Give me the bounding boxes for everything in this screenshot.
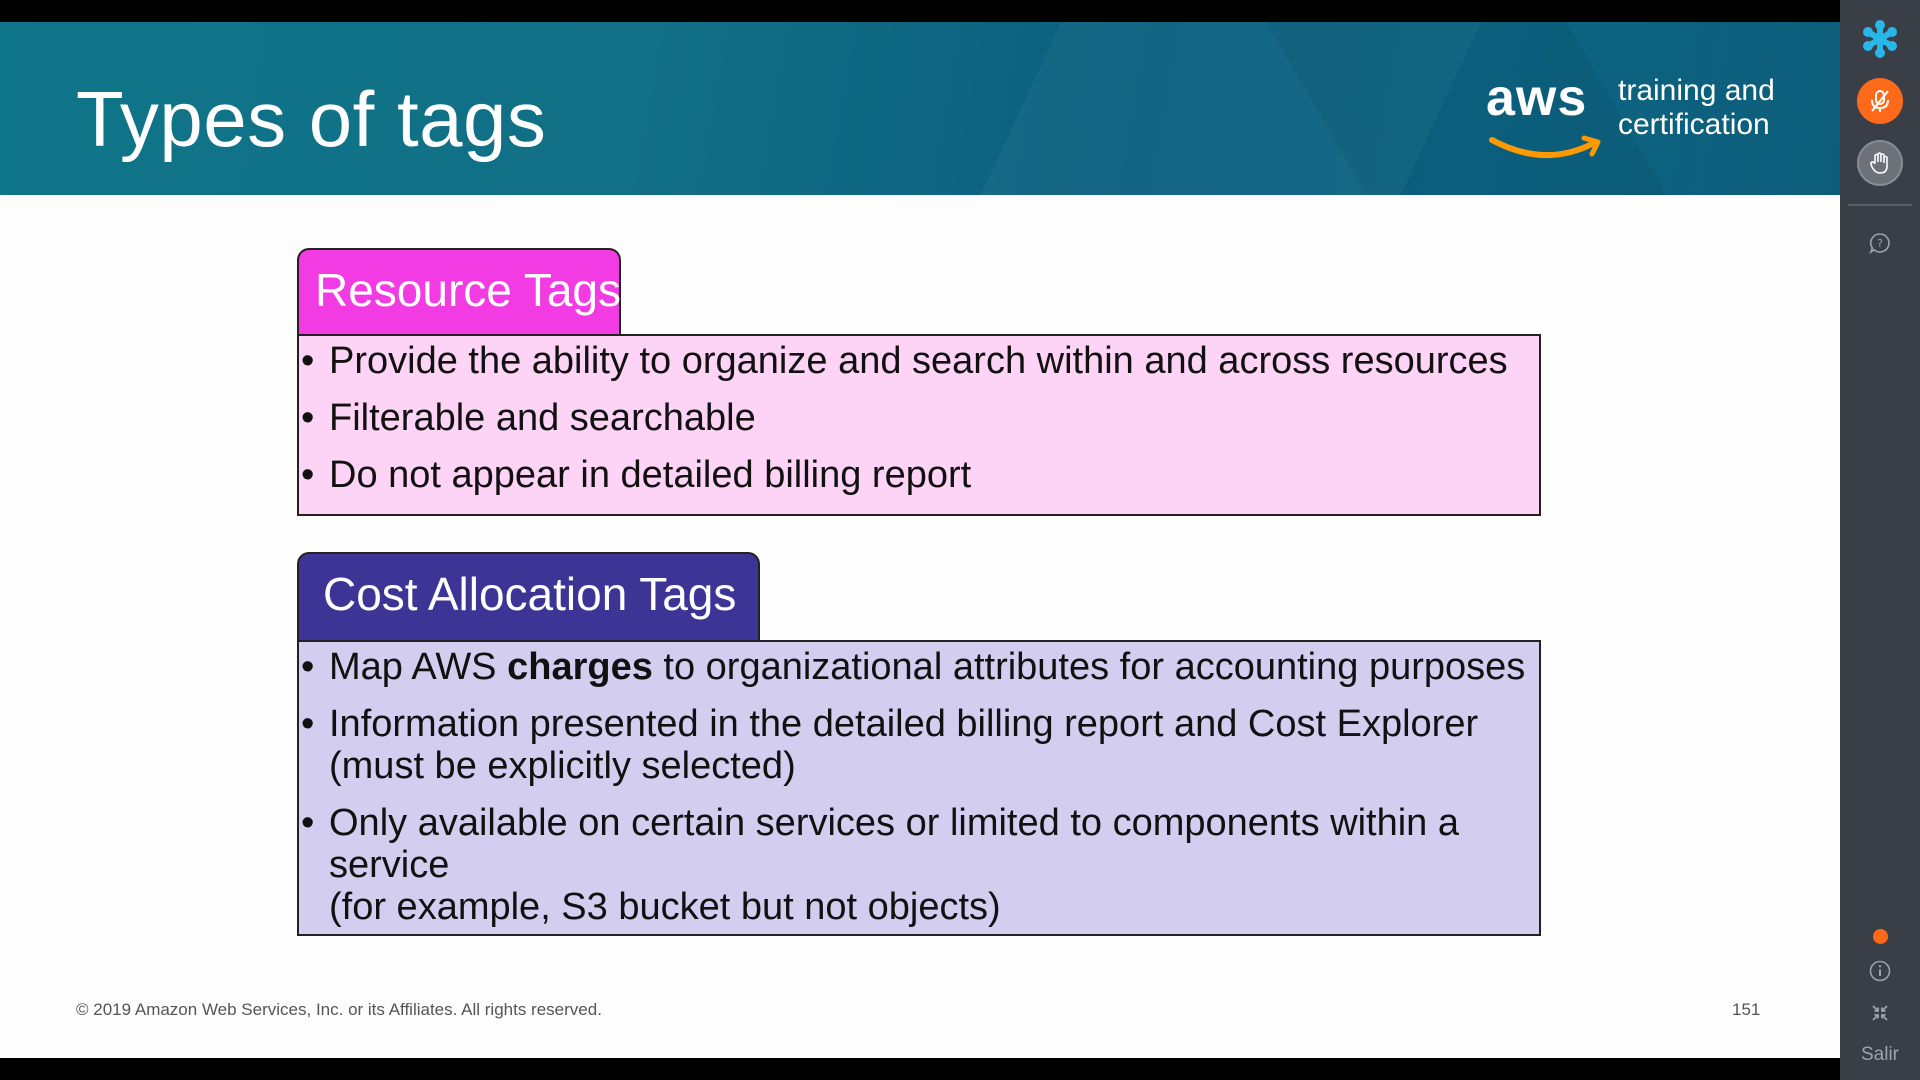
microphone-icon[interactable] [1857, 78, 1903, 124]
tagline-line1: training and [1618, 74, 1775, 107]
cost-bullet-2: Information presented in the detailed bi… [299, 703, 1539, 787]
resource-bullet-1: Provide the ability to organize and sear… [299, 340, 1539, 382]
cost-allocation-tags-heading: Cost Allocation Tags [297, 552, 760, 640]
cost-bullet-3-line3: (for example, S3 bucket but not objects) [329, 886, 1001, 928]
cost-bullet-1-bold: charges [507, 646, 653, 688]
resource-tags-box: Provide the ability to organize and sear… [297, 334, 1541, 516]
collapse-icon[interactable] [1857, 990, 1903, 1036]
resource-bullet-2: Filterable and searchable [299, 397, 1539, 439]
exit-button[interactable]: Salir [1840, 1044, 1920, 1066]
asterisk-logo-icon[interactable] [1857, 16, 1903, 62]
help-icon[interactable]: ? [1857, 220, 1903, 266]
slide: Types of tags aws training and certifica… [0, 22, 1840, 1058]
cost-bullet-1-end: to organizational attributes for account… [652, 646, 1526, 688]
aws-tagline: training and certification [1618, 74, 1775, 142]
aws-logo: aws [1486, 72, 1606, 172]
cost-bullet-1: Map AWS charges to organizational attrib… [299, 646, 1539, 688]
meeting-sidebar: ? Salir [1840, 0, 1920, 1080]
presentation-stage: Types of tags aws training and certifica… [0, 0, 1840, 1080]
tagline-line2: certification [1618, 108, 1770, 141]
footer-copyright: © 2019 Amazon Web Services, Inc. or its … [76, 1000, 602, 1019]
aws-smile-icon [1489, 135, 1601, 159]
resource-tags-heading: Resource Tags [297, 248, 621, 336]
cost-allocation-tags-section: Cost Allocation Tags Map AWS charges to … [297, 552, 1541, 938]
cost-allocation-tags-box: Map AWS charges to organizational attrib… [297, 640, 1541, 936]
cost-bullet-2-line1: Information presented in the detailed bi… [329, 703, 1479, 745]
cost-bullet-3: Only available on certain services or li… [299, 802, 1539, 928]
resource-tags-section: Resource Tags Provide the ability to org… [297, 248, 1541, 518]
bottom-letterbox [0, 1058, 1840, 1080]
status-dot-icon [1873, 929, 1888, 944]
sidebar-divider [1848, 204, 1912, 206]
slide-header: Types of tags aws training and certifica… [0, 22, 1840, 195]
cost-bullet-3-line1: Only available on certain services or li… [329, 802, 1459, 844]
raise-hand-icon[interactable] [1857, 140, 1903, 186]
cost-bullet-3-line2: service [329, 844, 450, 886]
svg-text:?: ? [1877, 237, 1883, 250]
info-icon[interactable] [1857, 948, 1903, 994]
slide-title: Types of tags [76, 75, 547, 163]
page-number: 151 [1732, 1000, 1761, 1019]
aws-logo-text: aws [1486, 69, 1588, 127]
cost-bullet-1-start: Map AWS [329, 646, 508, 688]
resource-bullet-3: Do not appear in detailed billing report [299, 454, 1539, 496]
cost-bullet-2-line2: (must be explicitly selected) [329, 745, 796, 787]
